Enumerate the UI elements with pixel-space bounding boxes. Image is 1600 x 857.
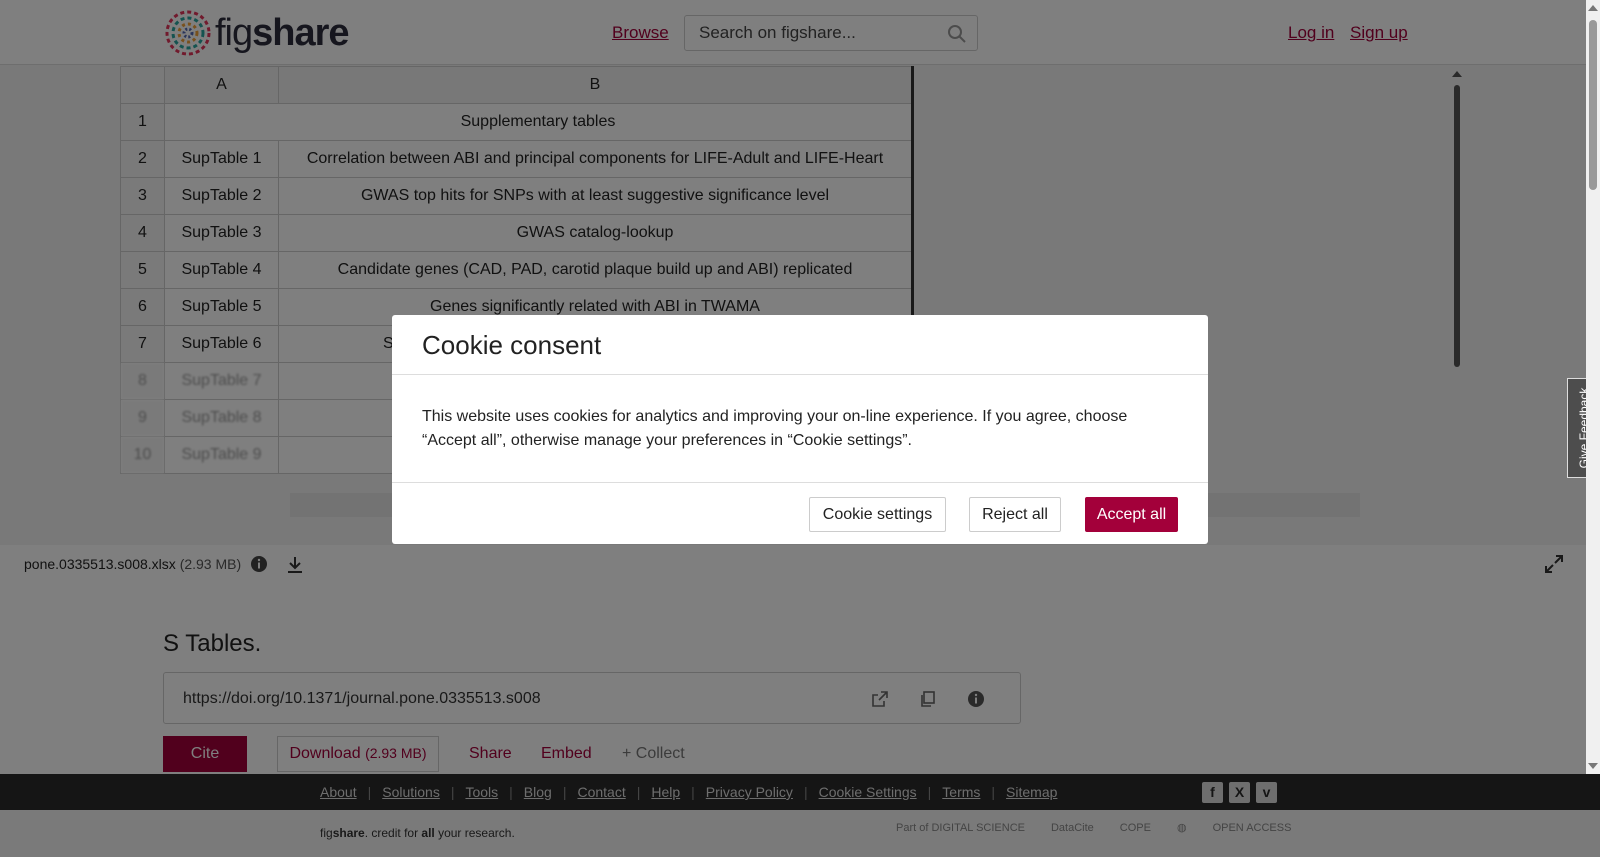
divider <box>392 374 1208 375</box>
accept-all-button[interactable]: Accept all <box>1085 497 1178 532</box>
dialog-title: Cookie consent <box>422 330 602 360</box>
page-scrollbar-thumb[interactable] <box>1589 20 1597 190</box>
page-scroll-up-icon[interactable] <box>1588 5 1598 11</box>
cookie-settings-button[interactable]: Cookie settings <box>809 497 946 532</box>
cookie-consent-dialog: Cookie consent This website uses cookies… <box>392 315 1208 544</box>
page-scroll-down-icon[interactable] <box>1588 763 1598 769</box>
page-scrollbar[interactable] <box>1586 0 1600 774</box>
divider <box>392 482 1208 483</box>
reject-all-button[interactable]: Reject all <box>969 497 1061 532</box>
dialog-body: This website uses cookies for analytics … <box>422 408 1128 449</box>
